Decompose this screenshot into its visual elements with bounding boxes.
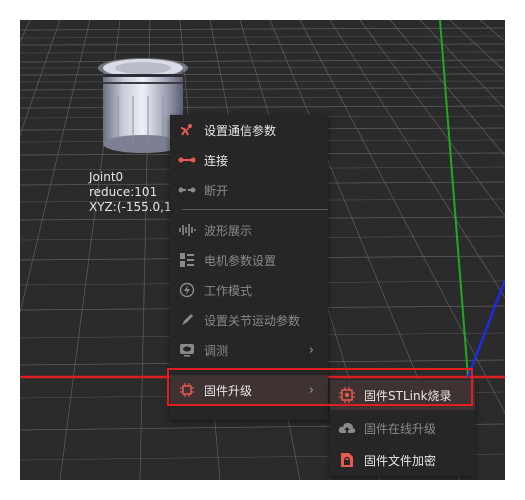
submenu-item-online-upgrade[interactable]: 固件在线升级 [330,413,475,443]
joint-xyz: XYZ:(-155.0,10 [89,200,180,214]
disconnect-icon [178,181,196,199]
pen-icon [178,311,196,329]
joint-reduce: reduce:101 [89,185,158,199]
joint-info-label: Joint0 reduce:101 XYZ:(-155.0,10 [89,170,179,215]
file-lock-icon [338,451,356,469]
menu-item-label: 设置通信参数 [204,123,277,138]
menu-item-label: 电机参数设置 [204,253,277,268]
menu-item-label: 波形展示 [204,223,253,238]
menu-item-connect[interactable]: 连接 [170,145,328,175]
menu-item-joint-motion[interactable]: 设置关节运动参数 [170,305,328,335]
menu-item-debug[interactable]: 调测 › [170,335,328,365]
submenu-item-label: 固件文件加密 [364,453,437,468]
submenu-item-label: 固件在线升级 [364,421,437,436]
chevron-right-icon: › [308,342,314,358]
menu-item-label: 调测 [204,343,229,358]
y-axis-line [439,20,469,378]
submenu-item-file-encrypt[interactable]: 固件文件加密 [330,445,475,475]
menu-item-motor-settings[interactable]: 电机参数设置 [170,245,328,275]
work-mode-icon [178,281,196,299]
waveform-icon [178,221,196,239]
connect-icon [178,151,196,169]
joint-name: Joint0 [89,170,124,184]
menu-item-work-mode[interactable]: 工作模式 [170,275,328,305]
menu-item-label: 断开 [204,183,229,198]
motor-settings-icon [178,251,196,269]
cloud-upload-icon [338,419,356,437]
menu-separator [182,209,328,210]
3d-viewport[interactable]: Joint0 reduce:101 XYZ:(-155.0,10 设置通信参数 … [20,20,505,480]
menu-item-disconnect[interactable]: 断开 [170,175,328,205]
debug-icon [178,341,196,359]
highlight-annotation-box [167,368,473,406]
menu-item-label: 工作模式 [204,283,253,298]
menu-item-label: 连接 [204,153,229,168]
z-axis-line [466,279,505,378]
menu-item-comm-settings[interactable]: 设置通信参数 [170,115,328,145]
menu-item-waveform[interactable]: 波形展示 [170,215,328,245]
satellite-dish-icon [178,121,196,139]
menu-item-label: 设置关节运动参数 [204,313,301,328]
